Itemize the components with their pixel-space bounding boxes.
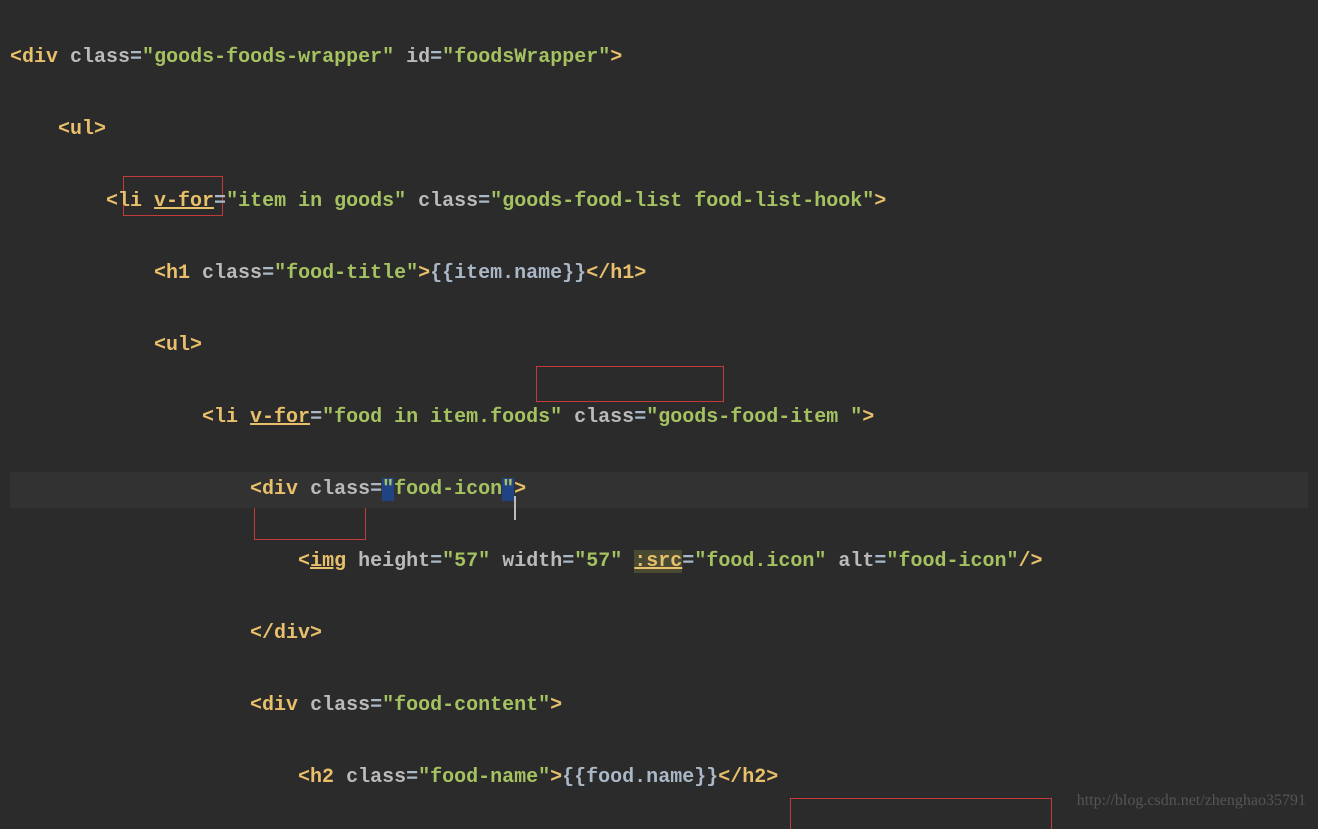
mustache-food-name: {{food.name}} xyxy=(562,766,718,789)
tag-open: <div xyxy=(10,46,70,69)
highlight-box-item-name xyxy=(536,366,724,402)
watermark-text: http://blog.csdn.net/zhenghao35791 xyxy=(1077,783,1306,819)
mustache-item-name: {{item.name}} xyxy=(430,262,586,285)
highlight-box-src xyxy=(790,798,1052,829)
code-editor[interactable]: <div class="goods-foods-wrapper" id="foo… xyxy=(0,0,1318,829)
active-line: <div class="food-icon"> xyxy=(10,472,1308,508)
code-line: <div class="goods-foods-wrapper" id="foo… xyxy=(10,40,1308,76)
